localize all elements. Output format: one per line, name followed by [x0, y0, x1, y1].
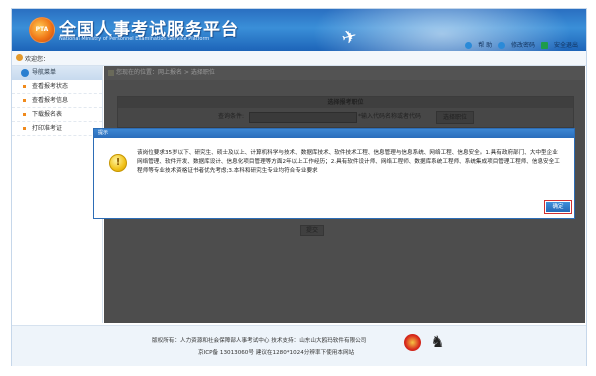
- welcome-text: 欢迎您：: [25, 56, 50, 63]
- user-icon: [16, 54, 23, 61]
- welcome-bar: 欢迎您：: [12, 51, 586, 66]
- query-input[interactable]: [249, 112, 357, 123]
- icp-text: 京ICP备 13013060号 建议在1280*1024分辨率下使用本网站: [198, 350, 355, 356]
- submit-button[interactable]: 提交: [300, 225, 325, 236]
- bullet-icon: [23, 127, 26, 130]
- pta-logo: PTA: [29, 17, 55, 43]
- copyright-text: 版权所有：人力资源和社会保障部人事考试中心 技术支持：山东山大鸥玛软件有限公司: [152, 338, 367, 344]
- sidebar-item-info[interactable]: 查看报考信息: [12, 94, 102, 108]
- sidebar-item-download[interactable]: 下载报名表: [12, 108, 102, 122]
- bullet-icon: [23, 113, 26, 116]
- site-header: PTA 全国人事考试服务平台 National Ministry of Pers…: [12, 9, 586, 51]
- bullet-icon: [23, 85, 26, 88]
- site-subtitle: National Ministry of Personnel Examinati…: [59, 36, 210, 42]
- top-links: 帮 助 修改密码 安全退出: [461, 40, 578, 49]
- panel-title: 选择报考职位: [118, 97, 573, 108]
- alert-dialog: 提示 ! 该岗位要求35岁以下、研究生、硕士及以上、计算机科学与技术、数据库技术…: [93, 128, 575, 219]
- logout-link[interactable]: 安全退出: [540, 42, 578, 49]
- select-position-panel: 选择报考职位 查询条件: *输入代码名称或者代码 选择职位: [117, 96, 574, 128]
- footer: 版权所有：人力资源和社会保障部人事考试中心 技术支持：山东山大鸥玛软件有限公司 …: [12, 325, 586, 366]
- sidebar: 导航菜单 查看报考状态 查看报考信息 下载报名表 打印准考证: [12, 66, 103, 323]
- bullet-icon: [23, 99, 26, 102]
- location-icon: [108, 69, 114, 76]
- security-icon[interactable]: ♞: [429, 332, 446, 352]
- dialog-title: 提示: [94, 129, 574, 138]
- select-position-button[interactable]: 选择职位: [436, 111, 475, 124]
- police-badge-icon[interactable]: [404, 334, 421, 351]
- exit-icon: [540, 42, 548, 49]
- nav-menu-header: 导航菜单: [12, 66, 102, 80]
- sidebar-item-status[interactable]: 查看报考状态: [12, 80, 102, 94]
- dialog-message: 该岗位要求35岁以下、研究生、硕士及以上、计算机科学与技术、数据库技术、软件技术…: [137, 150, 560, 174]
- breadcrumb: 您现在的位置：网上报名 > 选择职位: [104, 66, 585, 80]
- query-hint: *输入代码名称或者代码: [358, 113, 422, 120]
- ok-button[interactable]: 确定: [544, 200, 572, 214]
- sidebar-item-print[interactable]: 打印准考证: [12, 122, 102, 136]
- key-icon: [498, 42, 506, 49]
- change-password-link[interactable]: 修改密码: [498, 42, 535, 49]
- help-link[interactable]: 帮 助: [465, 42, 492, 49]
- warning-icon: !: [109, 154, 127, 172]
- query-label: 查询条件:: [218, 113, 245, 120]
- menu-icon: [21, 69, 29, 77]
- home-icon: [465, 42, 473, 49]
